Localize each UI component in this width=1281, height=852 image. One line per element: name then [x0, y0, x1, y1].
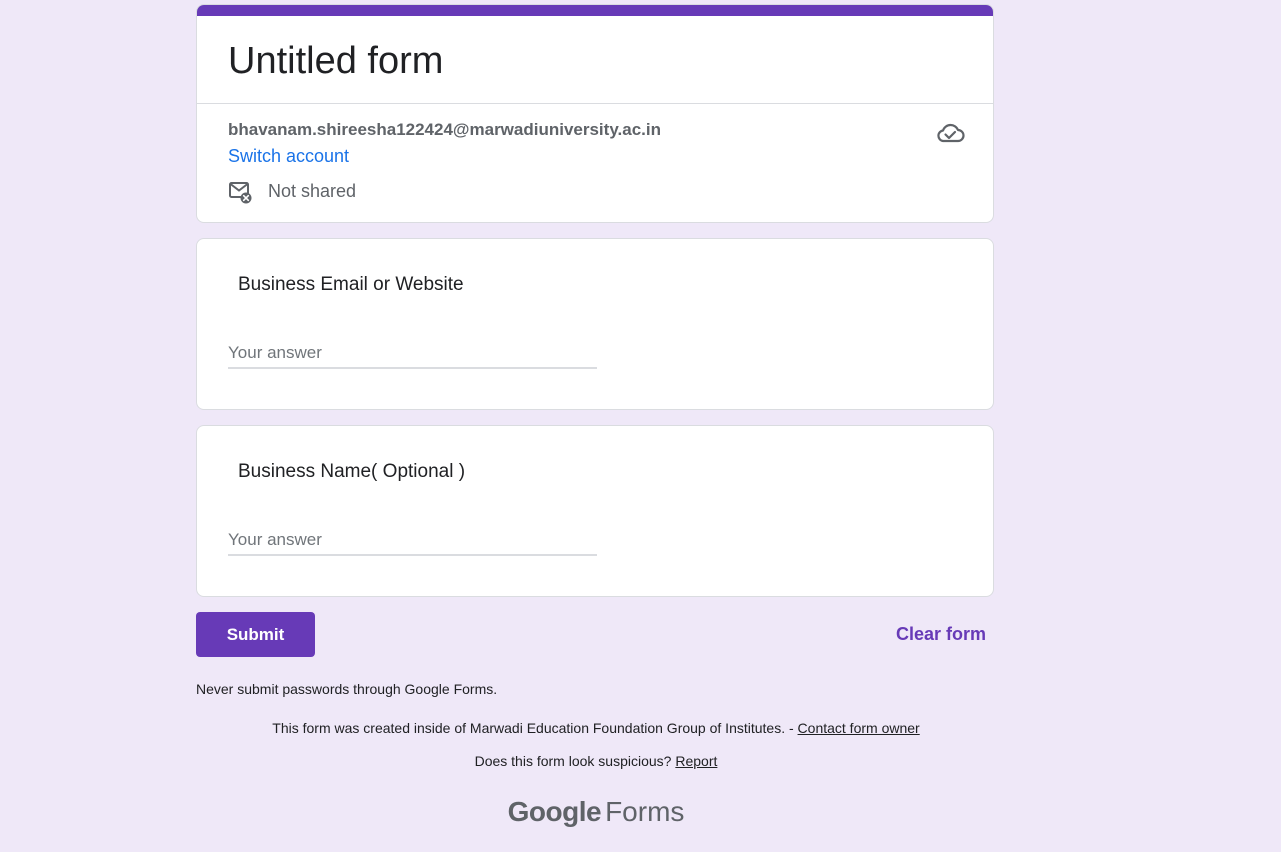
contact-owner-link[interactable]: Contact form owner — [798, 720, 920, 736]
question-title: Business Name( Optional ) — [238, 461, 466, 482]
submit-button[interactable]: Submit — [196, 612, 315, 657]
switch-account-link[interactable]: Switch account — [228, 145, 349, 167]
question-title: Business Email or Website — [238, 274, 464, 295]
question-card-business-name: Business Name( Optional ) — [196, 425, 994, 597]
password-warning: Never submit passwords through Google Fo… — [196, 681, 498, 697]
answer-input-business-email[interactable] — [228, 339, 597, 369]
mail-not-shared-icon — [228, 180, 254, 206]
suspicious-note: Does this form look suspicious? Report — [196, 752, 996, 770]
account-email: bhavanam.shireesha122424@marwadiuniversi… — [228, 120, 661, 139]
theme-color-strip — [197, 5, 993, 16]
clear-form-button[interactable]: Clear form — [886, 612, 996, 657]
form-header-card: Untitled form bhavanam.shireesha122424@m… — [196, 4, 994, 223]
share-status-text: Not shared — [268, 181, 357, 201]
form-title: Untitled form — [228, 40, 444, 82]
created-by-note: This form was created inside of Marwadi … — [196, 719, 996, 737]
header-divider — [197, 103, 993, 104]
logo-google-text: Google — [507, 796, 602, 827]
suspicious-text: Does this form look suspicious? — [474, 753, 676, 769]
logo-forms-text: Forms — [605, 796, 685, 827]
created-by-text: This form was created inside of Marwadi … — [272, 720, 798, 736]
answer-input-business-name[interactable] — [228, 526, 597, 556]
report-link[interactable]: Report — [675, 753, 717, 769]
cloud-saved-icon — [935, 121, 965, 145]
question-card-business-email: Business Email or Website — [196, 238, 994, 410]
form-page: Untitled form bhavanam.shireesha122424@m… — [0, 0, 1281, 852]
google-forms-logo[interactable]: Google Forms — [196, 794, 996, 830]
